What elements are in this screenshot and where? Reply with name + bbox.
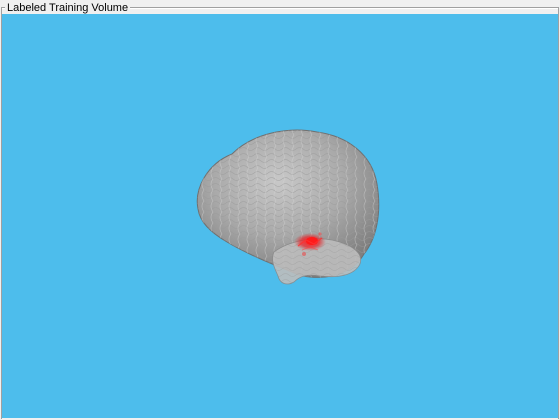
- panel-title: Labeled Training Volume: [5, 1, 131, 15]
- volume-viewer-canvas[interactable]: [2, 14, 558, 418]
- labeled-training-volume-panel: Labeled Training Volume: [0, 0, 560, 420]
- groupbox-right-border: [558, 7, 559, 419]
- brain-volume-render: [196, 129, 380, 285]
